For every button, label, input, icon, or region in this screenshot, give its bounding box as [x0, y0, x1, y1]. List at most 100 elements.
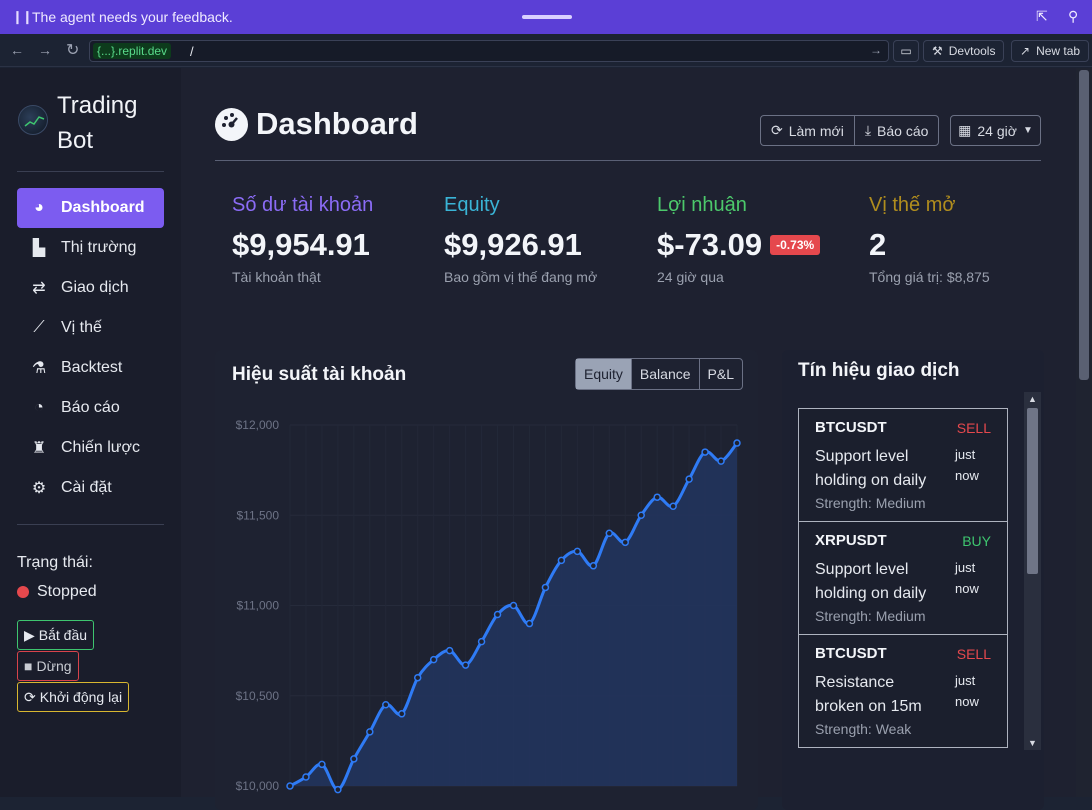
url-input[interactable]: {...}.replit.dev / → — [89, 40, 889, 62]
logo — [18, 105, 48, 135]
line-chart-icon: ⟋ — [33, 319, 45, 336]
dashboard-icon — [215, 107, 248, 141]
data-point — [653, 493, 661, 501]
signal-strength: Strength: Medium — [815, 495, 926, 511]
forward-icon[interactable]: → — [38, 42, 52, 58]
stop-button[interactable]: ■ Dừng — [17, 651, 79, 681]
download-icon: ⤓ — [864, 122, 872, 138]
performance-chart: $12,000 $11,500 $11,000 $10,500 $10,000 — [236, 418, 741, 794]
sidebar-item-label: Cài đặt — [61, 479, 112, 496]
signal-strength: Strength: Medium — [815, 608, 926, 624]
refresh-label: Làm mới — [788, 122, 844, 139]
bar-chart-icon: ▙ — [32, 240, 46, 257]
url-path: / — [190, 44, 194, 59]
stat-value-text: $9,954.91 — [232, 227, 370, 262]
stop-label: Dừng — [36, 658, 72, 674]
signal-side: SELL — [956, 420, 991, 436]
pause-icon[interactable]: ❙❙ — [12, 9, 33, 25]
data-point — [605, 529, 614, 538]
signal-item[interactable]: XRPUSDT BUY Support level holding on dai… — [798, 521, 1008, 635]
sidebar-item-market[interactable]: ▙ Thị trường — [17, 228, 164, 268]
data-point — [366, 728, 374, 736]
stat-profit: Lợi nhuận $-73.09 -0.73% 24 giờ qua — [657, 194, 857, 285]
stat-label: Vị thế mở — [869, 194, 956, 216]
stat-value-text: 2 — [869, 227, 887, 262]
restart-label: Khởi động lại — [39, 689, 123, 705]
wrench-icon: ⚒ — [932, 44, 943, 58]
start-label: Bắt đầu — [38, 627, 88, 643]
sidebar-item-strategies[interactable]: ♜ Chiến lược — [17, 428, 164, 468]
new-tab-label: New tab — [1036, 44, 1081, 58]
start-button[interactable]: ▶ Bắt đầu — [17, 620, 95, 650]
sidebar-item-dashboard[interactable]: ◕ Dashboard — [17, 188, 164, 228]
open-external-icon[interactable]: ⇱ — [1036, 8, 1048, 25]
page-title-text: Dashboard — [256, 106, 418, 141]
sidebar-item-backtest[interactable]: ⚗ Backtest — [17, 348, 164, 388]
reload-icon[interactable]: ↻ — [66, 40, 79, 60]
y-tick-label: $11,500 — [237, 508, 280, 522]
data-point — [573, 547, 582, 556]
sidebar-item-label: Giao dịch — [61, 279, 129, 296]
stat-sub: Tổng giá trị: $8,875 — [869, 269, 990, 285]
profit-percent-badge: -0.73% — [770, 235, 821, 255]
data-point — [621, 538, 629, 547]
stat-value: $9,926.91 — [444, 227, 644, 263]
tab-balance[interactable]: Balance — [630, 359, 699, 389]
calendar-icon: ▦ — [958, 122, 972, 138]
sidebar-item-settings[interactable]: ⚙ Cài đặt — [17, 468, 164, 508]
back-icon[interactable]: ← — [10, 42, 24, 58]
signal-time: just now — [955, 673, 979, 709]
scroll-up-icon[interactable]: ▲ — [1028, 394, 1037, 404]
refresh-button[interactable]: ⟳ Làm mới — [761, 116, 854, 145]
data-point — [669, 502, 677, 510]
sidebar-item-positions[interactable]: ⟋ Vị thế — [17, 308, 164, 348]
stat-value: $-73.09 -0.73% — [657, 227, 857, 263]
status-dot — [17, 586, 29, 598]
external-link-icon: ↗ — [1020, 44, 1031, 58]
new-tab-button[interactable]: ↗ New tab — [1011, 40, 1090, 62]
drag-handle[interactable] — [522, 15, 572, 19]
signal-time: just now — [955, 560, 979, 596]
stat-value-text: $-73.09 — [657, 227, 763, 262]
signal-desc: Resistance broken on 15m — [815, 674, 922, 715]
signals-list: BTCUSDT SELL Support level holding on da… — [798, 408, 1008, 749]
data-point — [286, 782, 294, 790]
devtools-button[interactable]: ⚒ Devtools — [923, 40, 1005, 62]
sidebar: Trading Bot ◕ Dashboard ▙ Thị trường ⇄ G… — [0, 68, 181, 797]
data-point — [461, 661, 470, 669]
signal-item[interactable]: BTCUSDT SELL Support level holding on da… — [798, 408, 1008, 522]
go-icon[interactable]: → — [870, 43, 882, 57]
sidebar-item-reports[interactable]: ◔ Báo cáo — [17, 388, 164, 428]
data-point — [701, 448, 709, 456]
data-point — [541, 583, 550, 592]
signal-time: just now — [955, 447, 979, 483]
y-tick-label: $12,000 — [236, 418, 280, 432]
refresh-icon: ⟳ — [24, 688, 36, 705]
devtools-label: Devtools — [948, 44, 996, 58]
scrollbar-thumb[interactable] — [1079, 70, 1089, 380]
signals-scrollbar[interactable]: ▲ ▼ — [1024, 392, 1041, 750]
page-scrollbar[interactable] — [1076, 68, 1092, 797]
sidebar-item-trading[interactable]: ⇄ Giao dịch — [17, 268, 164, 308]
report-button[interactable]: ⤓ Báo cáo — [853, 116, 939, 145]
gear-icon: ⚙ — [31, 480, 47, 497]
play-icon: ▶ — [24, 626, 35, 643]
scrollbar-thumb[interactable] — [1027, 408, 1038, 574]
signal-side: SELL — [956, 646, 991, 662]
data-point — [318, 760, 326, 769]
scroll-down-icon[interactable]: ▼ — [1028, 738, 1037, 748]
time-range-dropdown[interactable]: ▦ 24 giờ ▼ — [950, 115, 1041, 146]
stat-balance: Số dư tài khoản $9,954.91 Tài khoản thật — [232, 194, 432, 285]
tab-equity[interactable]: Equity — [576, 359, 631, 389]
url-domain: {...}.replit.dev — [93, 43, 172, 59]
data-point — [509, 601, 518, 610]
restart-button[interactable]: ⟳ Khởi động lại — [17, 682, 130, 712]
signal-strength: Strength: Weak — [815, 721, 912, 737]
signal-item[interactable]: BTCUSDT SELL Resistance broken on 15m ju… — [798, 634, 1008, 748]
pin-icon[interactable]: ⚲ — [1068, 8, 1078, 25]
tab-pnl[interactable]: P&L — [698, 359, 742, 389]
stat-value-text: $9,926.91 — [444, 227, 582, 262]
status-badge: Stopped — [17, 583, 97, 601]
stat-open-positions: Vị thế mở 2 Tổng giá trị: $8,875 — [869, 194, 1069, 285]
device-preview-button[interactable]: ▭ — [893, 40, 919, 62]
